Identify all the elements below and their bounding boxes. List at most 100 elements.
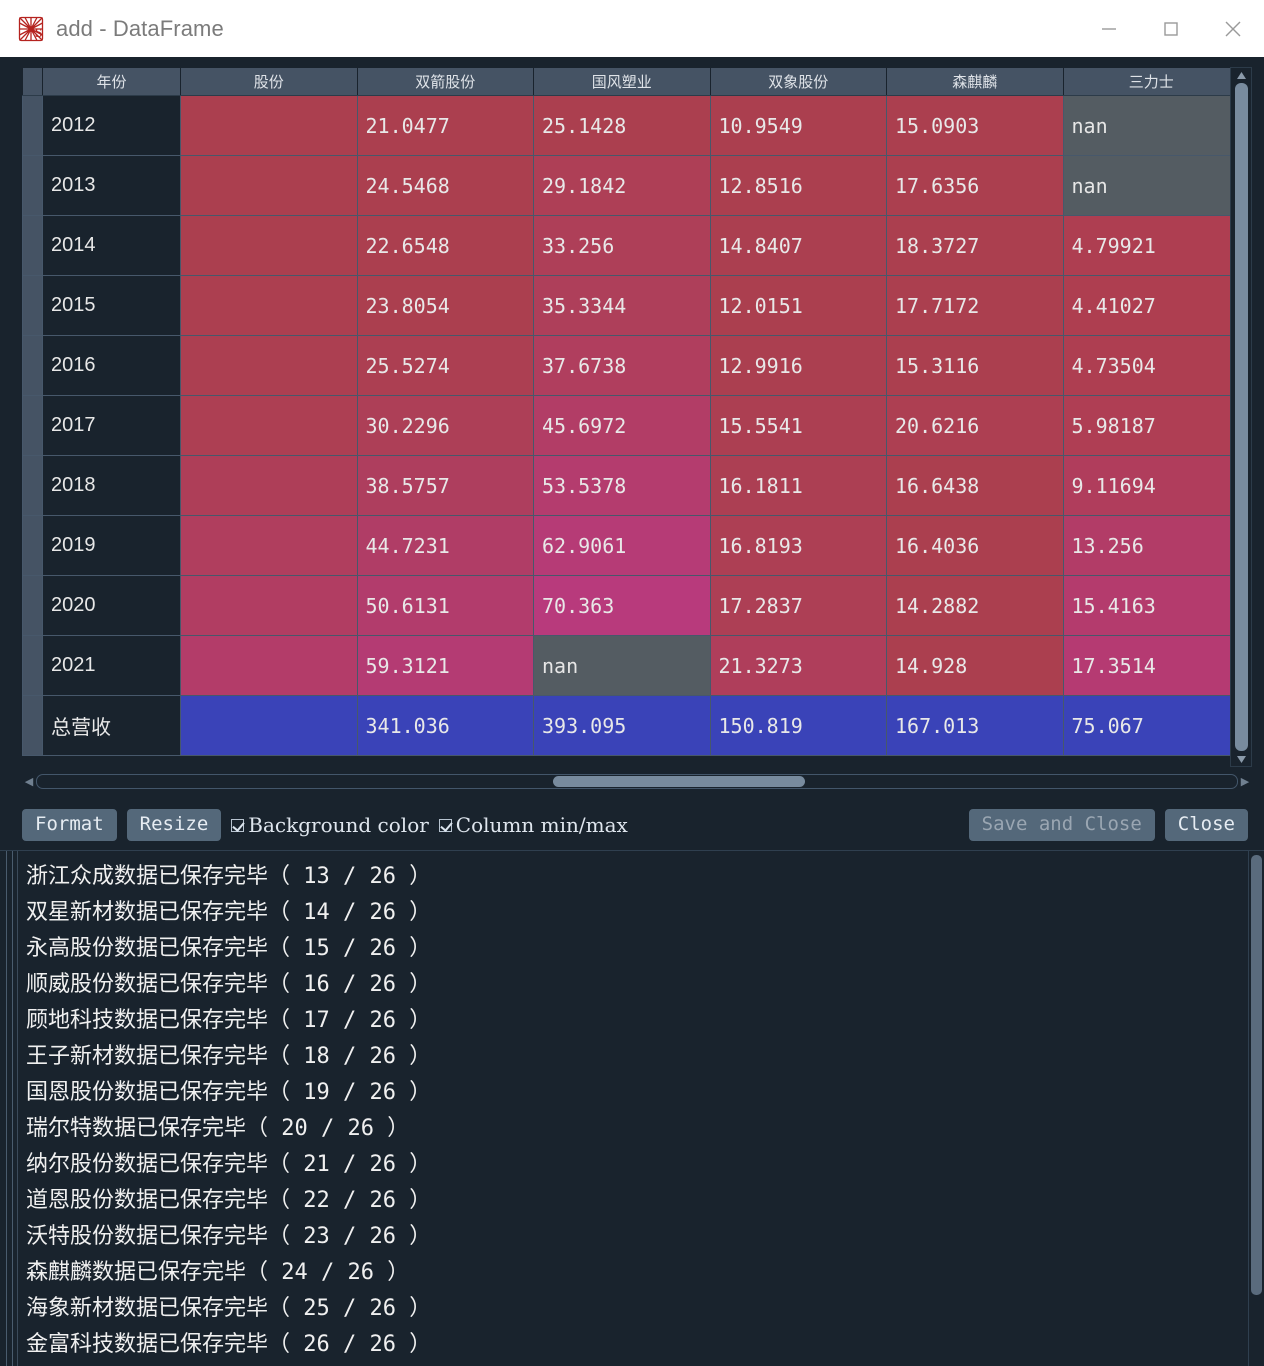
data-cell[interactable]: 4.79921 xyxy=(1062,215,1240,276)
data-cell[interactable]: 16.4036 xyxy=(886,515,1064,576)
data-cell[interactable] xyxy=(180,575,358,636)
data-cell[interactable]: 37.6738 xyxy=(533,335,711,396)
data-cell[interactable]: 59.3121 xyxy=(356,635,534,696)
row-index-cell[interactable]: 2015 xyxy=(42,275,181,336)
column-header-1[interactable]: 双箭股份 xyxy=(356,67,534,96)
data-cell[interactable] xyxy=(180,395,358,456)
scroll-left-icon[interactable]: ◀ xyxy=(22,775,36,788)
data-cell[interactable]: 21.0477 xyxy=(356,95,534,156)
data-cell[interactable]: 30.2296 xyxy=(356,395,534,456)
row-selector[interactable] xyxy=(22,395,43,456)
scroll-right-icon[interactable]: ▶ xyxy=(1238,775,1252,788)
data-cell-nan[interactable]: nan xyxy=(1062,95,1240,156)
row-index-cell[interactable]: 2019 xyxy=(42,515,181,576)
data-cell-nan[interactable]: nan xyxy=(533,635,711,696)
table-row[interactable]: 2020 50.6131 70.363 17.2837 14.2882 15.4163 xyxy=(22,575,1240,636)
corner-header[interactable] xyxy=(22,67,43,96)
row-selector[interactable] xyxy=(22,515,43,576)
row-index-cell[interactable]: 2021 xyxy=(42,635,181,696)
dataframe-table-container[interactable]: 年份 股份 双箭股份 国风塑业 双象股份 森麒麟 三力士 2012 21.0477… xyxy=(22,67,1252,767)
data-cell[interactable]: 16.6438 xyxy=(886,455,1064,516)
table-body[interactable]: 2012 21.0477 25.1428 10.9549 15.0903 nan 2013 2… xyxy=(22,95,1240,756)
data-cell[interactable] xyxy=(180,275,358,336)
data-cell[interactable]: 21.3273 xyxy=(709,635,887,696)
data-cell[interactable]: 17.3514 xyxy=(1062,635,1240,696)
data-cell[interactable]: 10.9549 xyxy=(709,95,887,156)
maximize-icon[interactable] xyxy=(1140,0,1202,57)
data-cell[interactable]: 9.11694 xyxy=(1062,455,1240,516)
table-row[interactable]: 2016 25.5274 37.6738 12.9916 15.3116 4.73504 xyxy=(22,335,1240,396)
data-cell[interactable]: 14.8407 xyxy=(709,215,887,276)
resize-button[interactable]: Resize xyxy=(126,809,222,841)
data-cell[interactable] xyxy=(180,695,358,756)
data-cell[interactable]: 167.013 xyxy=(886,695,1064,756)
data-cell[interactable]: 24.5468 xyxy=(356,155,534,216)
row-selector[interactable] xyxy=(22,215,43,276)
data-cell[interactable]: 12.8516 xyxy=(709,155,887,216)
data-cell[interactable]: 341.036 xyxy=(356,695,534,756)
save-and-close-button[interactable]: Save and Close xyxy=(968,809,1155,841)
column-header-5[interactable]: 三力士 xyxy=(1062,67,1240,96)
data-cell-nan[interactable]: nan xyxy=(1062,155,1240,216)
data-cell[interactable] xyxy=(180,635,358,696)
row-index-cell[interactable]: 2016 xyxy=(42,335,181,396)
data-cell[interactable]: 50.6131 xyxy=(356,575,534,636)
table-row[interactable]: 2013 24.5468 29.1842 12.8516 17.6356 nan xyxy=(22,155,1240,216)
row-selector[interactable] xyxy=(22,155,43,216)
row-index-cell[interactable]: 2012 xyxy=(42,95,181,156)
table-row[interactable]: 2017 30.2296 45.6972 15.5541 20.6216 5.98187 xyxy=(22,395,1240,456)
data-cell[interactable]: 17.6356 xyxy=(886,155,1064,216)
data-cell[interactable]: 45.6972 xyxy=(533,395,711,456)
table-row[interactable]: 2014 22.6548 33.256 14.8407 18.3727 4.79921 xyxy=(22,215,1240,276)
data-cell[interactable]: 17.2837 xyxy=(709,575,887,636)
row-index-cell[interactable]: 2020 xyxy=(42,575,181,636)
data-cell[interactable] xyxy=(180,95,358,156)
data-cell[interactable]: 12.0151 xyxy=(709,275,887,336)
data-cell[interactable]: 23.8054 xyxy=(356,275,534,336)
row-selector[interactable] xyxy=(22,335,43,396)
table-horizontal-scrollbar[interactable]: ◀ ▶ xyxy=(22,771,1252,791)
data-cell[interactable]: 15.5541 xyxy=(709,395,887,456)
data-cell[interactable] xyxy=(180,335,358,396)
row-index-cell[interactable]: 2017 xyxy=(42,395,181,456)
row-selector[interactable] xyxy=(22,695,43,756)
format-button[interactable]: Format xyxy=(22,809,117,841)
data-cell[interactable]: 53.5378 xyxy=(533,455,711,516)
row-selector[interactable] xyxy=(22,95,43,156)
data-cell[interactable]: 16.8193 xyxy=(709,515,887,576)
row-selector[interactable] xyxy=(22,635,43,696)
console-vertical-scrollbar[interactable] xyxy=(1248,851,1264,1366)
data-cell[interactable]: 70.363 xyxy=(533,575,711,636)
scroll-down-icon[interactable] xyxy=(1236,752,1246,766)
data-cell[interactable]: 16.1811 xyxy=(709,455,887,516)
data-cell[interactable]: 75.067 xyxy=(1062,695,1240,756)
row-selector[interactable] xyxy=(22,275,43,336)
row-selector[interactable] xyxy=(22,575,43,636)
dataframe-table[interactable]: 年份 股份 双箭股份 国风塑业 双象股份 森麒麟 三力士 2012 21.0477… xyxy=(22,67,1240,756)
data-cell[interactable] xyxy=(180,155,358,216)
data-cell[interactable]: 4.73504 xyxy=(1062,335,1240,396)
data-cell[interactable]: 17.7172 xyxy=(886,275,1064,336)
data-cell[interactable] xyxy=(180,515,358,576)
table-row[interactable]: 2018 38.5757 53.5378 16.1811 16.6438 9.11694 xyxy=(22,455,1240,516)
data-cell[interactable]: 15.3116 xyxy=(886,335,1064,396)
column-header-4[interactable]: 森麒麟 xyxy=(886,67,1064,96)
data-cell[interactable]: 5.98187 xyxy=(1062,395,1240,456)
console-panel[interactable]: 浙江众成数据已保存完毕（ 13 / 26 ） 双星新材数据已保存完毕（ 14 / … xyxy=(0,850,1264,1366)
table-row[interactable]: 2021 59.3121 nan 21.3273 14.928 17.3514 xyxy=(22,635,1240,696)
row-selector[interactable] xyxy=(22,455,43,516)
data-cell[interactable]: 33.256 xyxy=(533,215,711,276)
data-cell[interactable]: 12.9916 xyxy=(709,335,887,396)
data-cell[interactable]: 15.0903 xyxy=(886,95,1064,156)
row-index-cell[interactable]: 2013 xyxy=(42,155,181,216)
row-index-cell[interactable]: 2018 xyxy=(42,455,181,516)
data-cell[interactable]: 44.7231 xyxy=(356,515,534,576)
data-cell[interactable]: 393.095 xyxy=(533,695,711,756)
data-cell[interactable]: 15.4163 xyxy=(1062,575,1240,636)
data-cell[interactable]: 38.5757 xyxy=(356,455,534,516)
horizontal-scroll-thumb[interactable] xyxy=(553,775,805,787)
minimize-icon[interactable] xyxy=(1078,0,1140,57)
data-cell[interactable]: 18.3727 xyxy=(886,215,1064,276)
row-index-cell[interactable]: 总营收 xyxy=(42,695,181,756)
data-cell[interactable]: 14.928 xyxy=(886,635,1064,696)
